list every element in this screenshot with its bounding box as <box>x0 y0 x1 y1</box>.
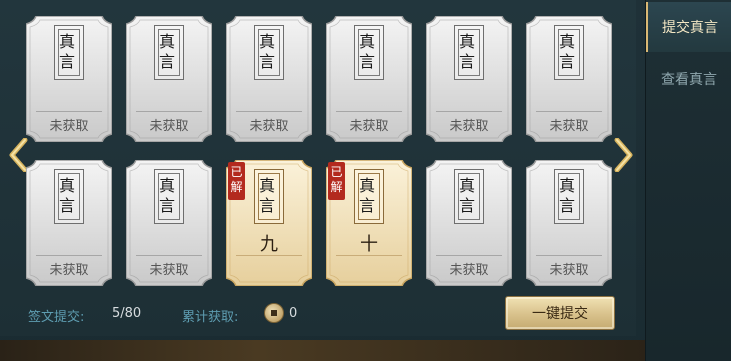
card-plaque: 真言 <box>154 169 184 224</box>
card-status-label: 未获取 <box>549 119 589 134</box>
mantra-card[interactable]: 真言 未获取 <box>226 16 312 142</box>
tab-submit-mantra[interactable]: 提交真言 <box>646 2 731 52</box>
card-title: 真言 <box>458 32 475 71</box>
card-status-label: 未获取 <box>449 119 489 134</box>
chevron-right-icon[interactable] <box>612 138 634 172</box>
card-plaque: 真言 <box>54 25 84 80</box>
accumulated-value: 0 <box>289 306 298 321</box>
unlocked-badge: 已解 <box>328 162 345 200</box>
card-title: 真言 <box>158 176 175 215</box>
card-divider <box>236 111 302 112</box>
card-divider <box>536 255 602 256</box>
card-title: 真言 <box>58 176 75 215</box>
card-status-label: 未获取 <box>549 263 589 278</box>
submit-all-button[interactable]: 一键提交 <box>505 296 615 330</box>
card-title: 真言 <box>358 32 375 71</box>
mantra-card[interactable]: 真言 未获取 <box>426 16 512 142</box>
mantra-card[interactable]: 真言 未获取 <box>526 160 612 286</box>
unlocked-badge: 已解 <box>228 162 245 200</box>
card-plaque: 真言 <box>454 25 484 80</box>
mantra-card[interactable]: 真言 已解九 <box>226 160 312 286</box>
card-status-label: 未获取 <box>449 263 489 278</box>
card-plaque: 真言 <box>354 25 384 80</box>
card-plaque: 真言 <box>554 169 584 224</box>
accumulated-label: 累计获取: <box>182 310 239 325</box>
card-plaque: 真言 <box>154 25 184 80</box>
mantra-card[interactable]: 真言 未获取 <box>26 16 112 142</box>
card-title: 真言 <box>258 176 275 215</box>
mantra-card[interactable]: 真言 未获取 <box>326 16 412 142</box>
card-title: 真言 <box>558 32 575 71</box>
card-divider <box>136 111 202 112</box>
card-status-label: 未获取 <box>149 119 189 134</box>
card-plaque: 真言 <box>254 25 284 80</box>
bottom-decor-strip <box>0 340 645 361</box>
card-status-label: 未获取 <box>49 263 89 278</box>
mantra-card[interactable]: 真言 已解十 <box>326 160 412 286</box>
card-plaque: 真言 <box>254 169 284 224</box>
card-title: 真言 <box>58 32 75 71</box>
card-title: 真言 <box>158 32 175 71</box>
card-plaque: 真言 <box>554 25 584 80</box>
mantra-card[interactable]: 真言 未获取 <box>126 160 212 286</box>
tab-view-mantra[interactable]: 查看真言 <box>646 54 731 104</box>
card-title: 真言 <box>458 176 475 215</box>
submit-count-label: 签文提交: <box>28 310 85 325</box>
mantra-card[interactable]: 真言 未获取 <box>126 16 212 142</box>
card-divider <box>536 111 602 112</box>
card-divider <box>36 111 102 112</box>
card-plaque: 真言 <box>454 169 484 224</box>
mantra-card[interactable]: 真言 未获取 <box>26 160 112 286</box>
submit-count-value: 5/80 <box>112 306 142 321</box>
sidebar: 提交真言 查看真言 <box>645 0 731 361</box>
coin-icon <box>264 303 284 323</box>
mantra-card[interactable]: 真言 未获取 <box>426 160 512 286</box>
card-title: 真言 <box>358 176 375 215</box>
card-status-label: 未获取 <box>49 119 89 134</box>
card-number: 九 <box>260 234 278 255</box>
card-number: 十 <box>360 234 378 255</box>
card-divider <box>36 255 102 256</box>
card-title: 真言 <box>558 176 575 215</box>
card-status-label: 未获取 <box>149 263 189 278</box>
card-status-label: 未获取 <box>249 119 289 134</box>
card-divider <box>436 111 502 112</box>
card-plaque: 真言 <box>354 169 384 224</box>
card-divider <box>436 255 502 256</box>
card-title: 真言 <box>258 32 275 71</box>
card-plaque: 真言 <box>54 169 84 224</box>
mantra-card[interactable]: 真言 未获取 <box>526 16 612 142</box>
card-status-label: 未获取 <box>349 119 389 134</box>
card-divider <box>336 111 402 112</box>
card-divider <box>136 255 202 256</box>
